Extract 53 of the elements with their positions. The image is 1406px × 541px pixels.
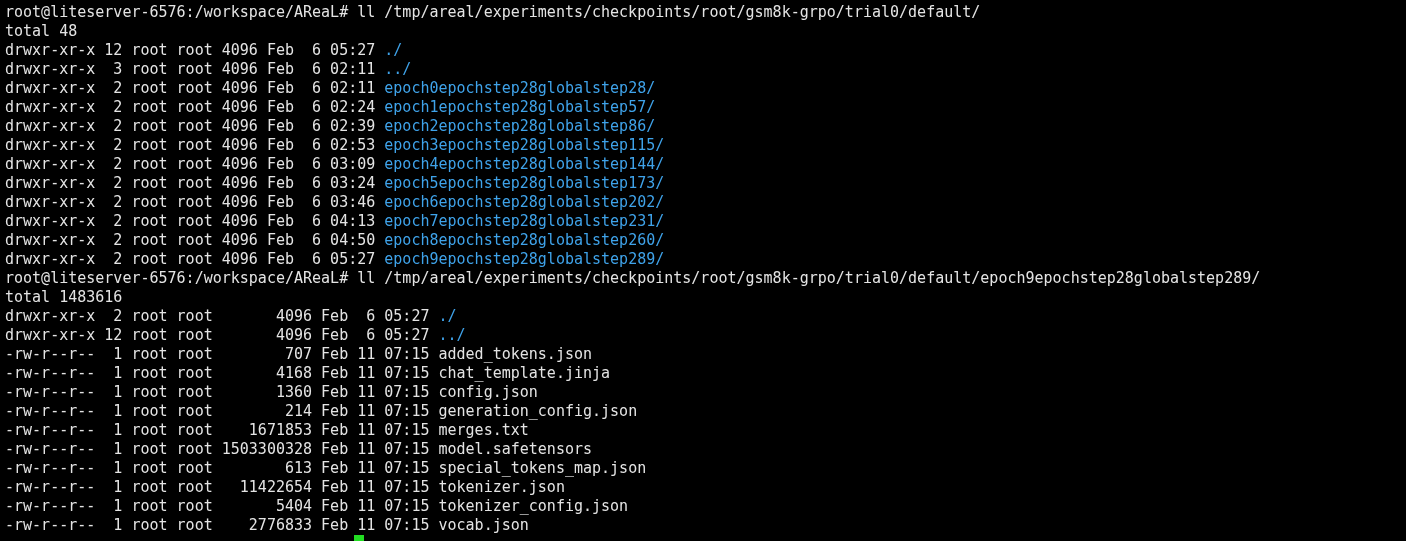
file-details: -rw-r--r-- 1 root root 5404 Feb 11 07:15 [5,497,430,515]
file-details: -rw-r--r-- 1 root root 4168 Feb 11 07:15 [5,364,430,382]
directory-name: epoch7epochstep28globalstep231/ [384,212,665,230]
file-details: drwxr-xr-x 2 root root 4096 Feb 6 03:46 [5,193,376,211]
command-line: root@liteserver-6576:/workspace/AReaL# ll /tmp/areal/experiments/checkpoints/root/gsm8k-grpo/trial0/default/epoch9epochstep28globalstep289/ [5,269,1261,287]
file-name: model.safetensors [438,440,592,458]
directory-name: epoch0epochstep28globalstep28/ [384,79,656,97]
file-details: -rw-r--r-- 1 root root 11422654 Feb 11 07:15 [5,478,430,496]
file-details: drwxr-xr-x 12 root root 4096 Feb 6 05:27 [5,326,430,344]
file-name: added_tokens.json [438,345,592,363]
directory-name: epoch3epochstep28globalstep115/ [384,136,665,154]
file-name: chat_template.jinja [438,364,611,382]
file-details: drwxr-xr-x 2 root root 4096 Feb 6 02:11 [5,79,376,97]
file-details: drwxr-xr-x 2 root root 4096 Feb 6 02:53 [5,136,376,154]
directory-name: epoch8epochstep28globalstep260/ [384,231,665,249]
file-details: drwxr-xr-x 2 root root 4096 Feb 6 04:13 [5,212,376,230]
file-details: drwxr-xr-x 2 root root 4096 Feb 6 05:27 [5,307,430,325]
total-line: total 1483616 [5,288,123,306]
file-details: -rw-r--r-- 1 root root 1503300328 Feb 11 07:15 [5,440,430,458]
cursor-icon [354,535,364,541]
file-name: merges.txt [438,421,529,439]
file-details: -rw-r--r-- 1 root root 1671853 Feb 11 07:15 [5,421,430,439]
file-name: tokenizer.json [438,478,565,496]
directory-name: epoch1epochstep28globalstep57/ [384,98,656,116]
file-details: -rw-r--r-- 1 root root 214 Feb 11 07:15 [5,402,430,420]
directory-name: epoch6epochstep28globalstep202/ [384,193,665,211]
file-details: -rw-r--r-- 1 root root 707 Feb 11 07:15 [5,345,430,363]
file-name: vocab.json [438,516,529,534]
directory-name: ./ [384,41,403,59]
file-details: -rw-r--r-- 1 root root 1360 Feb 11 07:15 [5,383,430,401]
file-details: drwxr-xr-x 2 root root 4096 Feb 6 02:39 [5,117,376,135]
file-details: drwxr-xr-x 2 root root 4096 Feb 6 02:24 [5,98,376,116]
file-details: -rw-r--r-- 1 root root 2776833 Feb 11 07:15 [5,516,430,534]
file-details: -rw-r--r-- 1 root root 613 Feb 11 07:15 [5,459,430,477]
file-details: drwxr-xr-x 3 root root 4096 Feb 6 02:11 [5,60,376,78]
file-name: special_tokens_map.json [438,459,647,477]
directory-name: epoch4epochstep28globalstep144/ [384,155,665,173]
file-name: tokenizer_config.json [438,497,629,515]
directory-name: epoch9epochstep28globalstep289/ [384,250,665,268]
directory-name: ./ [438,307,457,325]
file-details: drwxr-xr-x 12 root root 4096 Feb 6 05:27 [5,41,376,59]
file-details: drwxr-xr-x 2 root root 4096 Feb 6 03:24 [5,174,376,192]
file-name: config.json [438,383,538,401]
directory-name: ../ [438,326,466,344]
directory-name: epoch5epochstep28globalstep173/ [384,174,665,192]
total-line: total 48 [5,22,78,40]
directory-name: ../ [384,60,412,78]
file-details: drwxr-xr-x 2 root root 4096 Feb 6 05:27 [5,250,376,268]
file-name: generation_config.json [438,402,638,420]
command-line: root@liteserver-6576:/workspace/AReaL# ll /tmp/areal/experiments/checkpoints/root/gsm8k-grpo/trial0/default/ [5,3,981,21]
file-details: drwxr-xr-x 2 root root 4096 Feb 6 03:09 [5,155,376,173]
directory-name: epoch2epochstep28globalstep86/ [384,117,656,135]
file-details: drwxr-xr-x 2 root root 4096 Feb 6 04:50 [5,231,376,249]
